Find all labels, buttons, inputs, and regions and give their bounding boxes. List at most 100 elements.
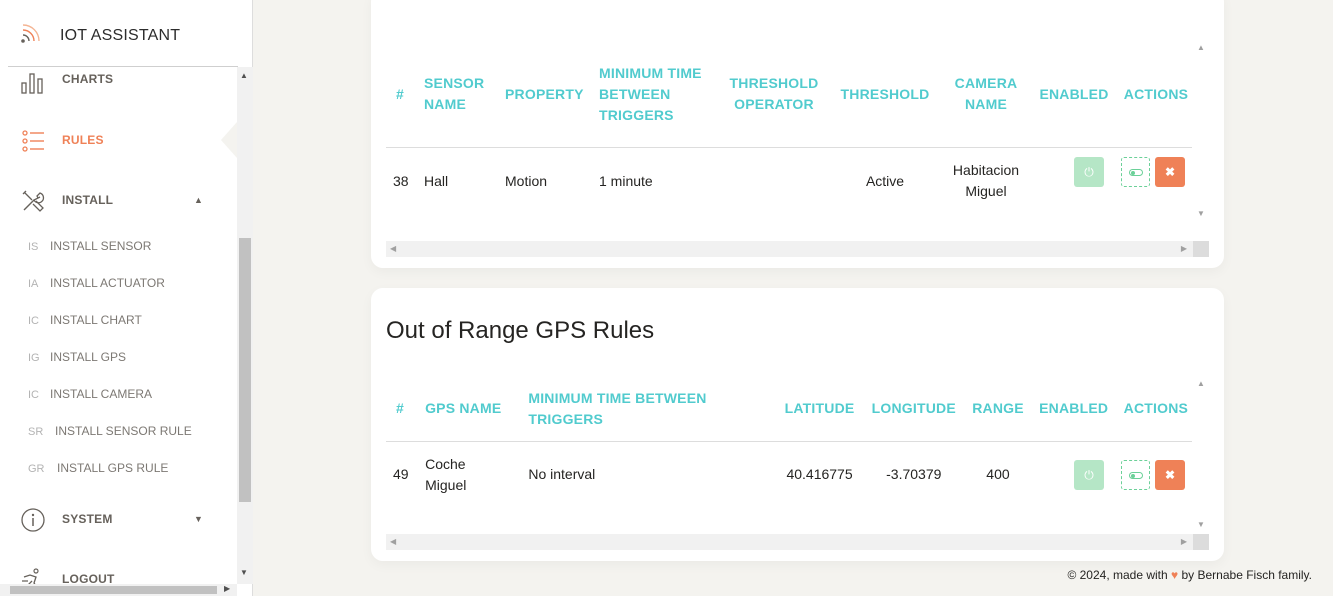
sensor-rules-table: # SENSOR NAME PROPERTY MINIMUM TIME BETW… [386, 40, 1196, 214]
scroll-up-arrow-icon[interactable]: ▲ [240, 71, 248, 80]
th-min-time: MINIMUM TIME BETWEEN TRIGGERS [599, 64, 702, 123]
th-camera-name: CAMERA NAME [954, 75, 1018, 112]
enable-power-button[interactable]: ⏻ [1074, 157, 1104, 187]
info-icon [21, 508, 45, 532]
subitem-abbr: GR [28, 463, 45, 475]
scroll-down-arrow-icon[interactable]: ▼ [1197, 209, 1205, 218]
card-title: Out of Range GPS Rules [386, 317, 655, 344]
nav-item-rules[interactable]: RULES [20, 126, 103, 156]
th-num: # [396, 400, 404, 416]
scroll-down-arrow-icon[interactable]: ▼ [240, 568, 248, 577]
sidebar-hscrollbar[interactable]: ▶ [0, 584, 237, 596]
delete-button[interactable]: ✖ [1155, 460, 1185, 490]
th-threshold: THRESHOLD [840, 85, 930, 102]
active-indicator [221, 122, 237, 158]
nav-subitem-install-sensor[interactable]: IS INSTALL SENSOR [28, 239, 151, 255]
enable-power-button[interactable]: ⏻ [1074, 460, 1104, 490]
th-sensor-name: SENSOR NAME [424, 75, 485, 112]
scroll-right-arrow-icon[interactable]: ▶ [1181, 244, 1187, 253]
subitem-label: INSTALL SENSOR [50, 239, 152, 253]
scroll-up-arrow-icon[interactable]: ▲ [1197, 379, 1205, 388]
scroll-left-arrow-icon[interactable]: ◀ [390, 244, 396, 253]
scroll-right-arrow-icon[interactable]: ▶ [224, 584, 230, 593]
sensor-rules-table-wrapper[interactable]: # SENSOR NAME PROPERTY MINIMUM TIME BETW… [386, 40, 1209, 238]
scroll-down-arrow-icon[interactable]: ▼ [1197, 520, 1205, 529]
cell-num: 38 [393, 172, 409, 189]
cell-gps-name: Coche Miguel [425, 455, 467, 493]
toggle-enabled-button[interactable] [1121, 157, 1150, 187]
wifi-signal-icon [21, 24, 40, 43]
subitem-label: INSTALL GPS [50, 350, 127, 364]
bar-chart-icon [21, 73, 43, 94]
toggle-icon [1129, 472, 1143, 479]
scroll-right-arrow-icon[interactable]: ▶ [1181, 537, 1187, 546]
scroll-left-arrow-icon[interactable]: ◀ [390, 537, 396, 546]
scrollbar-corner [1193, 534, 1209, 550]
th-actions: ACTIONS [1123, 400, 1189, 416]
toggle-enabled-button[interactable] [1121, 460, 1150, 490]
table-vscrollbar[interactable]: ▲ ▼ [1193, 40, 1209, 222]
power-icon: ⏻ [1084, 468, 1094, 482]
nav-item-system[interactable]: SYSTEM ▼ [20, 505, 210, 535]
tools-icon [22, 190, 45, 212]
nav-subitem-install-chart[interactable]: IC INSTALL CHART [28, 313, 142, 329]
cell-num: 49 [393, 466, 409, 482]
subitem-abbr: IA [28, 278, 39, 290]
nav-item-logout[interactable]: LOGOUT [20, 565, 114, 584]
power-icon: ⏻ [1084, 165, 1094, 179]
subitem-abbr: SR [28, 426, 44, 438]
sidebar: IOT ASSISTANT CHARTS RULES INSTALL ▲ IS … [0, 0, 253, 596]
sidebar-scrollbar[interactable]: ▲ ▼ [237, 67, 253, 584]
table-hscrollbar[interactable]: ◀ ▶ [386, 534, 1209, 550]
cell-range: 400 [986, 466, 1010, 482]
subitem-abbr: IG [28, 352, 40, 364]
nav-item-install[interactable]: INSTALL ▲ [20, 186, 210, 216]
footer: © 2024, made with ♥ by Bernabe Fisch fam… [1067, 568, 1312, 582]
subitem-abbr: IS [28, 241, 39, 253]
subitem-abbr: IC [28, 315, 39, 327]
nav-label-install: INSTALL [62, 193, 114, 207]
list-icon [22, 130, 44, 152]
th-threshold-operator: THRESHOLD OPERATOR [729, 75, 819, 112]
caret-up-icon: ▲ [194, 195, 203, 205]
subitem-label: INSTALL SENSOR RULE [55, 424, 192, 438]
table-hscrollbar[interactable]: ◀ ▶ [386, 241, 1209, 257]
nav-label-charts: CHARTS [62, 72, 114, 86]
nav-label-rules: RULES [62, 133, 104, 147]
gps-rules-table-wrapper[interactable]: # GPS NAME MINIMUM TIME BETWEEN TRIGGERS… [386, 376, 1209, 534]
sidebar-nav: CHARTS RULES INSTALL ▲ IS INSTALL SENSOR… [0, 67, 237, 584]
subitem-label: INSTALL CAMERA [50, 387, 153, 401]
cell-camera-name: Habitacion Miguel [952, 162, 1020, 199]
subitem-abbr: IC [28, 389, 39, 401]
hscrollbar-thumb[interactable] [10, 586, 217, 594]
cell-sensor-name: Hall [424, 172, 449, 189]
table-vscrollbar[interactable]: ▲ ▼ [1193, 376, 1209, 534]
close-icon: ✖ [1164, 468, 1176, 482]
nav-subitem-install-gps-rule[interactable]: GR INSTALL GPS RULE [28, 461, 168, 477]
cell-longitude: -3.70379 [886, 466, 942, 482]
running-icon [22, 568, 39, 584]
cell-min-time: No interval [528, 466, 596, 482]
scroll-up-arrow-icon[interactable]: ▲ [1197, 43, 1205, 52]
nav-subitem-install-actuator[interactable]: IA INSTALL ACTUATOR [28, 276, 165, 292]
header-divider [386, 147, 1192, 148]
th-range: RANGE [972, 400, 1024, 416]
th-longitude: LONGITUDE [871, 400, 956, 416]
heart-icon: ♥ [1171, 568, 1179, 582]
footer-suffix: by Bernabe Fisch family. [1181, 568, 1313, 582]
th-num: # [396, 85, 404, 102]
nav-subitem-install-sensor-rule[interactable]: SR INSTALL SENSOR RULE [28, 424, 192, 440]
brand[interactable]: IOT ASSISTANT [0, 0, 253, 67]
scrollbar-corner [1193, 241, 1209, 257]
delete-button[interactable]: ✖ [1155, 157, 1185, 187]
cell-latitude: 40.416775 [786, 466, 853, 482]
nav-subitem-install-camera[interactable]: IC INSTALL CAMERA [28, 387, 152, 403]
th-enabled: ENABLED [1039, 85, 1109, 102]
cell-property: Motion [505, 172, 548, 189]
scrollbar-thumb[interactable] [239, 238, 251, 502]
nav-item-charts[interactable]: CHARTS [20, 67, 113, 97]
th-enabled: ENABLED [1039, 400, 1109, 416]
nav-subitem-install-gps[interactable]: IG INSTALL GPS [28, 350, 126, 366]
th-property: PROPERTY [505, 85, 584, 102]
header-divider [386, 441, 1192, 442]
